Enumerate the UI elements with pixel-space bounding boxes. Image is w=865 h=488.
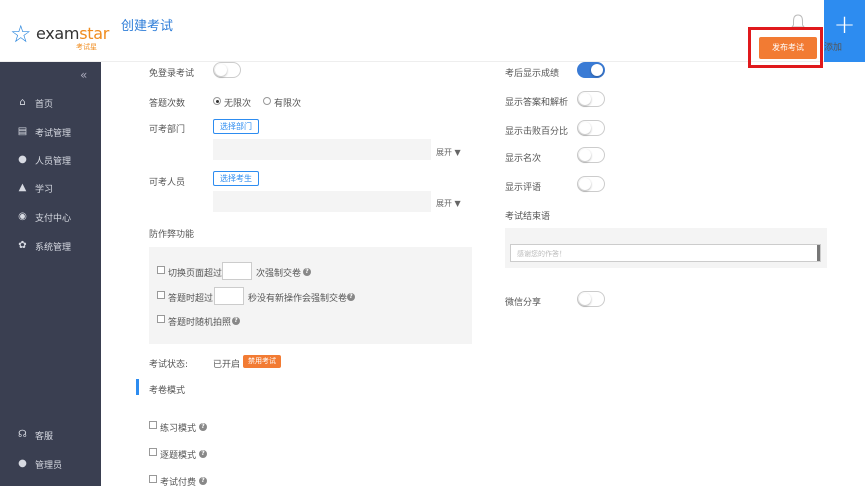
one-by-one-mode-checkbox[interactable] [149,448,157,456]
wechat-share-label: 微信分享 [505,298,542,308]
sidebar-item-home[interactable]: ⌂ 首页 [0,89,101,117]
sidebar-item-label: 系统管理 [35,243,72,253]
sidebar-item-label: 考试管理 [35,129,72,139]
switch-page-label-a: 切换页面超过 [168,269,223,279]
logo[interactable]: ☆ examstar 考试星 [10,20,110,51]
no-login-label: 免登录考试 [149,69,195,79]
random-photo-label: 答题时随机拍照 [168,318,232,328]
sidebar-item-system-management[interactable]: ✿ 系统管理 [0,232,101,260]
status-label: 考试状态: [149,360,189,370]
caret-down-icon: ▼ [454,199,461,208]
end-message-textarea[interactable]: 感谢您的作答！ [510,244,821,262]
disable-exam-button[interactable]: 禁用考试 [243,355,281,368]
show-beat-label: 显示击败百分比 [505,127,569,137]
sidebar-item-label: 客服 [35,432,54,442]
home-icon: ⌂ [19,97,26,108]
gears-icon: ✿ [18,240,27,251]
dept-selection-box[interactable] [213,139,431,160]
attempts-unlimited-label: 无限次 [224,99,252,109]
show-comment-label: 显示评语 [505,183,542,193]
mode-title: 考卷模式 [149,386,186,396]
add-label: 添加 [824,43,843,53]
show-beat-toggle[interactable] [577,120,605,136]
wechat-share-toggle[interactable] [577,291,605,307]
random-photo-checkbox[interactable] [157,315,165,323]
sidebar-item-label: 支付中心 [35,214,72,224]
show-score-label: 考后显示成绩 [505,69,560,79]
help-icon[interactable]: ? [199,450,207,458]
paid-exam-checkbox[interactable] [149,475,157,483]
paid-exam-label: 考试付费 [160,478,197,488]
switch-page-checkbox[interactable] [157,266,165,274]
no-login-toggle[interactable] [213,62,241,78]
textarea-resize-handle[interactable] [817,245,820,261]
people-selection-box[interactable] [213,191,431,212]
show-comment-toggle[interactable] [577,176,605,192]
sidebar-item-label: 人员管理 [35,157,72,167]
show-rank-label: 显示名次 [505,154,542,164]
help-icon[interactable]: ? [199,477,207,485]
attempts-label: 答题次数 [149,99,186,109]
select-people-button[interactable]: 选择考生 [213,171,259,186]
idle-label-b: 秒没有新操作会强制交卷 [248,294,348,304]
users-icon: ● [18,154,27,165]
anticheat-title: 防作弊功能 [149,230,195,240]
switch-page-count-input[interactable] [222,262,252,280]
one-by-one-mode-label: 逐题模式 [160,451,197,461]
help-icon[interactable]: ? [303,268,311,276]
logo-subtitle: 考试星 [76,43,97,51]
add-button[interactable]: + 添加 [824,0,865,62]
headset-icon: ☊ [18,429,27,440]
sidebar: « ⌂ 首页 ▤ 考试管理 ● 人员管理 ▲ 学习 ◉ 支付中心 ✿ 系统管理 … [0,62,101,486]
sidebar-item-people-management[interactable]: ● 人员管理 [0,146,101,174]
document-icon: ▤ [17,126,28,137]
dept-expand[interactable]: 展开 ▼ [436,147,461,158]
publish-exam-button[interactable]: 发布考试 [759,37,817,59]
help-icon[interactable]: ? [199,423,207,431]
sidebar-item-label: 管理员 [35,461,63,471]
sidebar-item-label: 首页 [35,100,54,110]
page-title: 创建考试 [121,19,174,34]
end-message-label: 考试结束语 [505,212,551,222]
caret-down-icon: ▼ [454,148,461,157]
sidebar-item-exam-management[interactable]: ▤ 考试管理 [0,118,101,146]
select-dept-button[interactable]: 选择部门 [213,119,259,134]
show-rank-toggle[interactable] [577,147,605,163]
sidebar-item-payment-center[interactable]: ◉ 支付中心 [0,203,101,231]
practice-mode-checkbox[interactable] [149,421,157,429]
practice-mode-label: 练习模式 [160,424,197,434]
logo-text: examstar [36,24,110,43]
graduation-cap-icon: ▲ [18,182,27,193]
show-answer-label: 显示答案和解析 [505,98,569,108]
people-expand[interactable]: 展开 ▼ [436,198,461,209]
top-bar: ☆ examstar 考试星 创建考试 + 添加 [0,0,865,62]
star-logo-icon: ☆ [10,20,32,48]
sidebar-item-label: 学习 [35,185,54,195]
attempts-limited-radio[interactable] [263,97,271,105]
plus-icon: + [833,10,856,40]
idle-checkbox[interactable] [157,291,165,299]
people-label: 可考人员 [149,178,186,188]
user-icon: ● [18,458,27,469]
sidebar-item-admin[interactable]: ● 管理员 [0,450,101,478]
sidebar-item-learning[interactable]: ▲ 学习 [0,174,101,202]
sidebar-item-customer-service[interactable]: ☊ 客服 [0,421,101,449]
help-icon[interactable]: ? [347,293,355,301]
main-content: 免登录考试 答题次数 无限次 有限次 可考部门 选择部门 展开 ▼ 可考人员 选… [101,62,865,488]
status-value: 已开启 [213,360,241,370]
attempts-unlimited-radio[interactable] [213,97,221,105]
section-marker [136,379,139,395]
help-icon[interactable]: ? [232,317,240,325]
switch-page-label-b: 次强制交卷 [256,269,302,279]
show-score-toggle[interactable] [577,62,605,78]
collapse-sidebar-icon[interactable]: « [80,68,87,82]
show-answer-toggle[interactable] [577,91,605,107]
idle-label-a: 答题时超过 [168,294,214,304]
payment-icon: ◉ [18,211,27,222]
idle-seconds-input[interactable] [214,287,244,305]
attempts-limited-label: 有限次 [274,99,302,109]
dept-label: 可考部门 [149,125,186,135]
